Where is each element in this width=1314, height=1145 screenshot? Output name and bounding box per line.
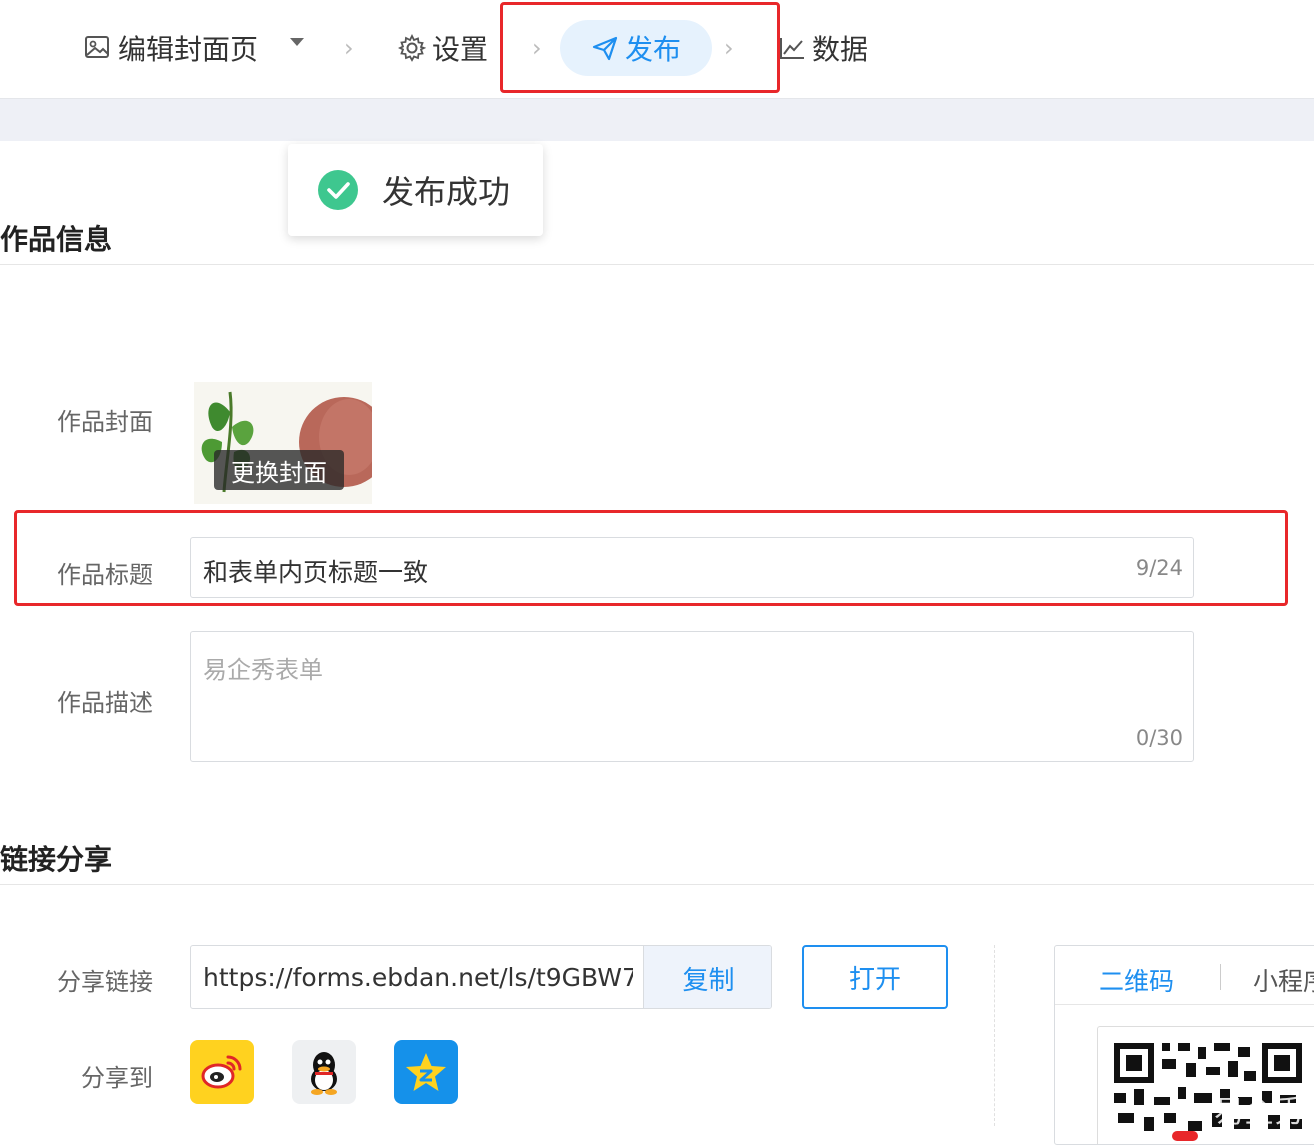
copy-button[interactable]: 复制 xyxy=(643,946,771,1008)
cover-thumbnail[interactable]: 更换封面 xyxy=(194,382,372,504)
change-cover-button[interactable]: 更换封面 xyxy=(214,450,344,490)
share-link-label: 分享链接 xyxy=(57,968,153,996)
step-edit-label: 编辑封面页 xyxy=(118,33,259,66)
cover-label: 作品封面 xyxy=(57,408,153,436)
title-highlight-box xyxy=(14,510,1288,606)
divider xyxy=(0,264,1314,265)
vertical-divider xyxy=(994,945,995,1126)
step-settings[interactable]: 设置 xyxy=(398,20,488,76)
open-button[interactable]: 打开 xyxy=(802,945,948,1009)
image-icon xyxy=(84,34,112,62)
qzone-icon[interactable] xyxy=(394,1040,458,1104)
tab-separator xyxy=(1220,964,1221,990)
divider xyxy=(0,884,1314,885)
qr-watermark: 易企秀 xyxy=(1214,1095,1304,1130)
share-section-title: 链接分享 xyxy=(0,843,113,876)
toolbar-band xyxy=(0,99,1314,141)
success-toast: 发布成功 xyxy=(288,144,543,236)
chevron-right-icon: › xyxy=(344,34,354,62)
tab-mini-program[interactable]: 小程序 xyxy=(1253,962,1314,998)
share-to-label: 分享到 xyxy=(81,1064,153,1092)
weibo-icon[interactable] xyxy=(190,1040,254,1104)
desc-char-count: 0/30 xyxy=(1135,726,1183,750)
step-data-label: 数据 xyxy=(812,33,869,66)
step-edit-cover[interactable]: 编辑封面页 xyxy=(84,20,258,76)
toast-text: 发布成功 xyxy=(382,173,511,211)
share-link-input[interactable]: https://forms.ebdan.net/ls/t9GBW7 复制 xyxy=(190,945,772,1009)
check-circle-icon xyxy=(318,170,358,210)
qr-panel: 二维码 小程序 易企秀 xyxy=(1054,945,1314,1145)
chevron-down-icon[interactable] xyxy=(290,38,304,46)
publish-highlight-box xyxy=(500,2,780,93)
qr-code-image: 易企秀 xyxy=(1097,1026,1314,1144)
qq-icon[interactable] xyxy=(292,1040,356,1104)
chart-icon xyxy=(778,34,806,62)
tab-qrcode[interactable]: 二维码 xyxy=(1099,962,1174,998)
step-data[interactable]: 数据 xyxy=(778,20,868,76)
gear-icon xyxy=(398,34,426,62)
share-link-value: https://forms.ebdan.net/ls/t9GBW7 xyxy=(203,963,633,992)
work-info-section-title: 作品信息 xyxy=(0,223,113,256)
desc-label: 作品描述 xyxy=(57,689,153,717)
desc-placeholder: 易企秀表单 xyxy=(203,656,323,684)
desc-textarea[interactable]: 易企秀表单 0/30 xyxy=(190,631,1194,762)
step-settings-label: 设置 xyxy=(432,33,489,66)
tab-underline xyxy=(1055,1004,1314,1005)
